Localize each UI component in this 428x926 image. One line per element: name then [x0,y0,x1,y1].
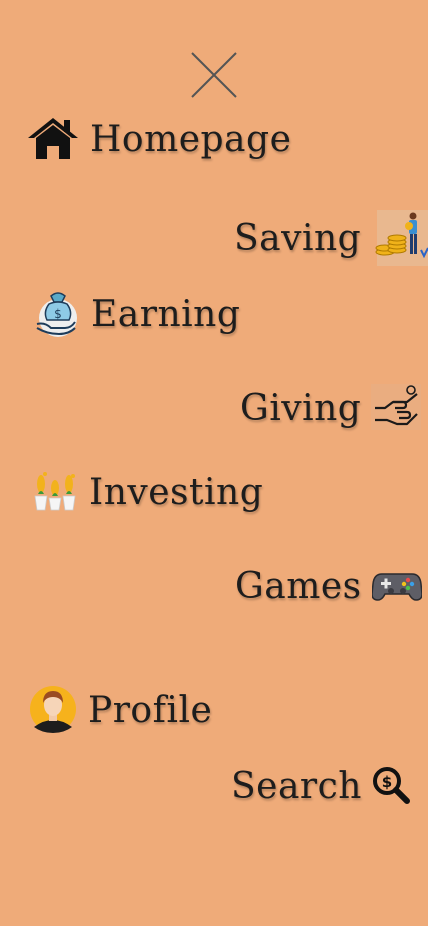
svg-text:$: $ [382,773,392,791]
saving-coins-icon [371,206,428,272]
avatar-icon [28,685,78,737]
menu-item-profile[interactable]: Profile [28,685,212,737]
menu-label-profile: Profile [88,690,213,731]
menu-label-saving: Saving [234,218,362,259]
menu-label-games: Games [235,566,362,607]
menu-item-games[interactable]: Games [235,566,423,607]
close-icon [191,52,237,98]
gamepad-icon [370,568,423,606]
menu-item-giving[interactable]: Giving [240,384,422,434]
menu-label-investing: Investing [89,472,264,513]
dollar-search-icon: $ [372,766,412,808]
menu-label-earning: Earning [91,294,241,335]
menu-label-giving: Giving [240,388,362,429]
money-bag-hand-icon: $ [33,288,81,342]
investing-plants-icon [33,470,79,516]
giving-hands-icon [371,384,422,434]
menu-label-search: Search [231,766,362,807]
menu-item-saving[interactable]: Saving [234,206,428,272]
menu-item-homepage[interactable]: Homepage [26,116,291,164]
menu-label-homepage: Homepage [90,119,292,160]
svg-text:$: $ [54,307,62,321]
home-icon [26,116,80,164]
close-button[interactable] [190,51,238,99]
menu-item-search[interactable]: Search $ [231,766,412,808]
menu-item-earning[interactable]: $ Earning [33,288,240,342]
menu-item-investing[interactable]: Investing [33,470,263,516]
